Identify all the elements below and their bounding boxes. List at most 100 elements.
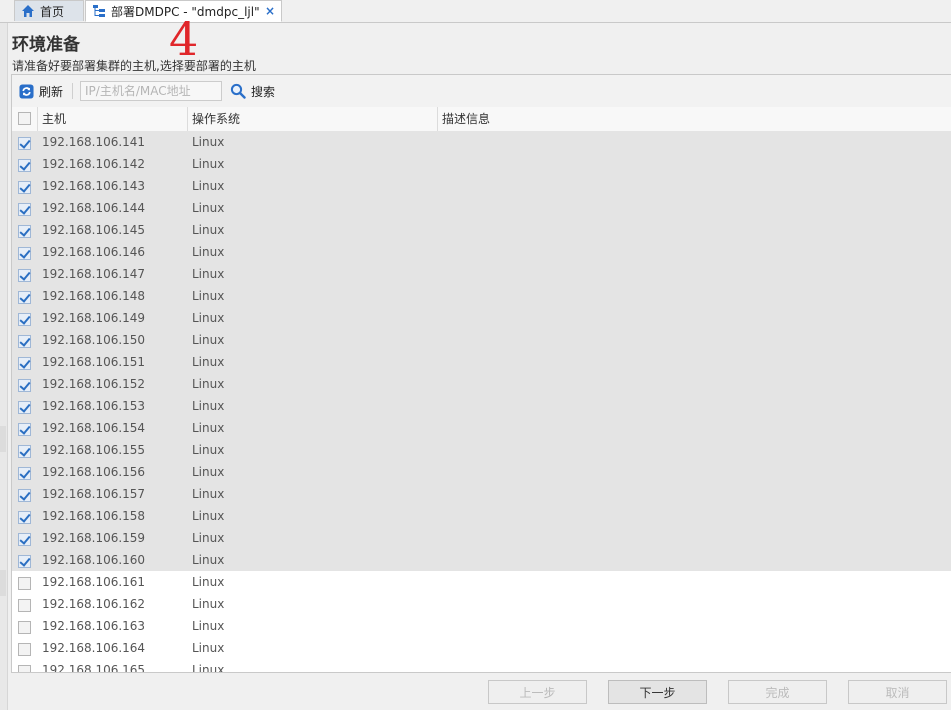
tab-home[interactable]: 首页	[14, 0, 84, 21]
os-cell: Linux	[192, 179, 225, 193]
os-cell: Linux	[192, 355, 225, 369]
table-row[interactable]: 192.168.106.154 Linux	[12, 417, 951, 439]
table-row[interactable]: 192.168.106.163 Linux	[12, 615, 951, 637]
row-checkbox[interactable]	[18, 159, 31, 172]
table-row[interactable]: 192.168.106.143 Linux	[12, 175, 951, 197]
os-cell: Linux	[192, 641, 225, 655]
table-row[interactable]: 192.168.106.159 Linux	[12, 527, 951, 549]
deploy-icon	[92, 4, 106, 18]
table-row[interactable]: 192.168.106.152 Linux	[12, 373, 951, 395]
table-row[interactable]: 192.168.106.142 Linux	[12, 153, 951, 175]
table-row[interactable]: 192.168.106.158 Linux	[12, 505, 951, 527]
table-row[interactable]: 192.168.106.157 Linux	[12, 483, 951, 505]
os-cell: Linux	[192, 487, 225, 501]
search-button[interactable]: 搜索	[230, 83, 275, 100]
row-checkbox[interactable]	[18, 137, 31, 150]
row-checkbox[interactable]	[18, 269, 31, 282]
table-row[interactable]: 192.168.106.155 Linux	[12, 439, 951, 461]
table-row[interactable]: 192.168.106.146 Linux	[12, 241, 951, 263]
host-cell: 192.168.106.161	[42, 575, 146, 589]
row-checkbox[interactable]	[18, 401, 31, 414]
os-cell: Linux	[192, 663, 225, 673]
os-cell: Linux	[192, 201, 225, 215]
column-header-description[interactable]: 描述信息	[438, 107, 951, 131]
tab-home-label: 首页	[40, 4, 65, 19]
host-cell: 192.168.106.144	[42, 201, 146, 215]
page-subtitle: 请准备好要部署集群的主机,选择要部署的主机	[12, 59, 256, 73]
host-cell: 192.168.106.153	[42, 399, 146, 413]
column-header-os[interactable]: 操作系统	[188, 107, 438, 131]
host-cell: 192.168.106.163	[42, 619, 146, 633]
os-cell: Linux	[192, 553, 225, 567]
row-checkbox[interactable]	[18, 577, 31, 590]
header-select-all[interactable]	[12, 107, 38, 131]
os-cell: Linux	[192, 377, 225, 391]
table-row[interactable]: 192.168.106.150 Linux	[12, 329, 951, 351]
row-checkbox[interactable]	[18, 203, 31, 216]
table-row[interactable]: 192.168.106.151 Linux	[12, 351, 951, 373]
row-checkbox[interactable]	[18, 335, 31, 348]
row-checkbox[interactable]	[18, 489, 31, 502]
next-button[interactable]: 下一步	[608, 680, 707, 704]
table-row[interactable]: 192.168.106.149 Linux	[12, 307, 951, 329]
search-icon	[230, 83, 246, 99]
row-checkbox[interactable]	[18, 511, 31, 524]
table-row[interactable]: 192.168.106.162 Linux	[12, 593, 951, 615]
row-checkbox[interactable]	[18, 313, 31, 326]
os-cell: Linux	[192, 245, 225, 259]
row-checkbox[interactable]	[18, 621, 31, 634]
host-cell: 192.168.106.152	[42, 377, 146, 391]
row-checkbox[interactable]	[18, 379, 31, 392]
table-row[interactable]: 192.168.106.148 Linux	[12, 285, 951, 307]
cancel-button[interactable]: 取消	[848, 680, 947, 704]
column-header-host[interactable]: 主机	[38, 107, 188, 131]
close-icon[interactable]: ×	[265, 4, 275, 18]
row-checkbox[interactable]	[18, 665, 31, 672]
row-checkbox[interactable]	[18, 533, 31, 546]
select-all-checkbox[interactable]	[18, 112, 31, 125]
row-checkbox[interactable]	[18, 467, 31, 480]
table-row[interactable]: 192.168.106.144 Linux	[12, 197, 951, 219]
row-checkbox[interactable]	[18, 643, 31, 656]
os-cell: Linux	[192, 223, 225, 237]
toolbar-divider	[72, 83, 74, 99]
tab-bar: 首页 部署DMDPC - "dmdpc_ljl" ×	[0, 0, 951, 23]
row-checkbox[interactable]	[18, 225, 31, 238]
row-checkbox[interactable]	[18, 599, 31, 612]
row-checkbox[interactable]	[18, 445, 31, 458]
table-row[interactable]: 192.168.106.147 Linux	[12, 263, 951, 285]
finish-button[interactable]: 完成	[728, 680, 827, 704]
os-cell: Linux	[192, 267, 225, 281]
host-panel: 刷新 搜索 主机 操作系统 描述信息 192.168.106.141Linux1…	[11, 74, 951, 673]
search-input[interactable]	[80, 81, 223, 101]
host-cell: 192.168.106.150	[42, 333, 146, 347]
os-cell: Linux	[192, 421, 225, 435]
row-checkbox[interactable]	[18, 555, 31, 568]
page-title: 环境准备	[12, 35, 80, 55]
table-row[interactable]: 192.168.106.164 Linux	[12, 637, 951, 659]
table-row[interactable]: 192.168.106.156 Linux	[12, 461, 951, 483]
os-cell: Linux	[192, 311, 225, 325]
refresh-button[interactable]: 刷新	[19, 83, 63, 100]
host-cell: 192.168.106.143	[42, 179, 146, 193]
host-cell: 192.168.106.155	[42, 443, 146, 457]
table-row[interactable]: 192.168.106.141 Linux	[12, 131, 951, 153]
host-cell: 192.168.106.158	[42, 509, 146, 523]
left-edge-marker	[0, 426, 6, 452]
table-row[interactable]: 192.168.106.161 Linux	[12, 571, 951, 593]
row-checkbox[interactable]	[18, 357, 31, 370]
row-checkbox[interactable]	[18, 247, 31, 260]
row-checkbox[interactable]	[18, 181, 31, 194]
table-row[interactable]: 192.168.106.160 Linux	[12, 549, 951, 571]
row-checkbox[interactable]	[18, 291, 31, 304]
row-checkbox[interactable]	[18, 423, 31, 436]
search-label: 搜索	[251, 84, 276, 99]
table-row[interactable]: 192.168.106.165 Linux	[12, 659, 951, 673]
table-row[interactable]: 192.168.106.153 Linux	[12, 395, 951, 417]
prev-button[interactable]: 上一步	[488, 680, 587, 704]
table-row[interactable]: 192.168.106.145 Linux	[12, 219, 951, 241]
host-cell: 192.168.106.149	[42, 311, 146, 325]
host-cell: 192.168.106.145	[42, 223, 146, 237]
host-cell: 192.168.106.157	[42, 487, 146, 501]
host-cell: 192.168.106.146	[42, 245, 146, 259]
